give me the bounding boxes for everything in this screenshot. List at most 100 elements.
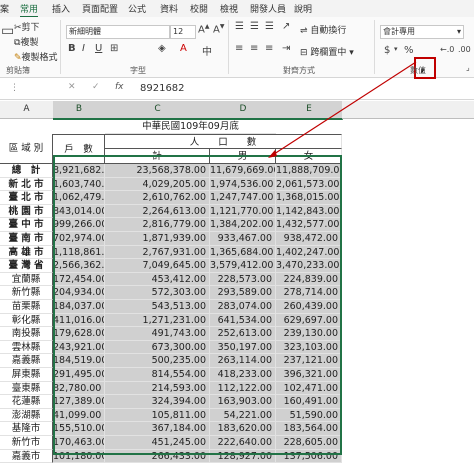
value-cell[interactable]: 1,603,740.00 [53,177,105,192]
value-cell[interactable]: 260,439.00 [276,300,342,314]
value-cell[interactable]: 1,432,577.00 [276,218,342,232]
value-cell[interactable]: 418,233.00 [210,368,276,382]
value-cell[interactable]: 239,130.00 [276,327,342,341]
value-cell[interactable]: 11,888,709.00 [276,164,342,178]
value-cell[interactable]: 367,184.00 [105,422,210,436]
value-cell[interactable]: 629,697.00 [276,313,342,328]
dialog-launcher-icon[interactable]: ⌟ [466,63,470,72]
merge-center-button[interactable]: ⊟ 跨欄置中 ▾ [300,45,354,58]
value-cell[interactable]: 641,534.00 [210,313,276,328]
region-cell[interactable]: 高 雄 市 [0,245,53,260]
value-cell[interactable]: 291,495.00 [53,368,105,382]
value-cell[interactable]: 1,247,747.00 [210,191,276,205]
value-cell[interactable]: 170,463.00 [53,436,105,450]
fill-color-icon[interactable]: ◈ [158,43,166,54]
tab-developer[interactable]: 開發人員 [250,2,286,15]
value-cell[interactable]: 938,472.00 [276,232,342,246]
tab-help[interactable]: 說明 [294,2,312,15]
value-cell[interactable]: 1,271,231.00 [105,313,210,328]
value-cell[interactable]: 543,513.00 [105,300,210,314]
value-cell[interactable]: 214,593.00 [105,381,210,396]
value-cell[interactable]: 112,122.00 [210,381,276,396]
value-cell[interactable]: 23,568,378.00 [105,164,210,178]
align-bottom-icon[interactable]: ☰ [265,21,274,32]
value-cell[interactable]: 222,640.00 [210,436,276,450]
paste-icon[interactable]: ▭ [1,23,14,39]
value-cell[interactable]: 128,927.00 [210,449,276,463]
value-cell[interactable]: 933,467.00 [210,232,276,246]
value-cell[interactable]: 2,061,573.00 [276,177,342,192]
value-cell[interactable]: 184,519.00 [53,354,105,368]
value-cell[interactable]: 323,103.00 [276,340,342,355]
currency-button[interactable]: $ [384,45,390,56]
font-name-select[interactable]: 新細明體 [66,25,170,39]
value-cell[interactable]: 11,679,669.00 [210,164,276,178]
decrease-decimal-icon[interactable]: .00 [458,45,471,54]
file-tab-edge[interactable]: 案 [0,2,9,15]
value-cell[interactable]: 1,365,684.00 [210,245,276,260]
value-cell[interactable]: 500,235.00 [105,354,210,368]
column-header-c[interactable]: C [105,101,211,120]
value-cell[interactable]: 163,903.00 [210,395,276,409]
value-cell[interactable]: 54,221.00 [210,408,276,423]
region-cell[interactable]: 彰化縣 [0,313,53,328]
format-painter-button[interactable]: ✎複製格式 [14,50,58,63]
value-cell[interactable]: 2,566,362.00 [53,259,105,273]
percent-button[interactable]: % [404,45,414,56]
value-cell[interactable]: 228,573.00 [210,272,276,287]
region-cell[interactable]: 嘉義縣 [0,354,53,368]
value-cell[interactable]: 3,579,412.00 [210,259,276,273]
value-cell[interactable]: 105,811.00 [105,408,210,423]
font-color-icon[interactable]: A [180,43,187,54]
value-cell[interactable]: 183,620.00 [210,422,276,436]
value-cell[interactable]: 183,564.00 [276,422,342,436]
shrink-font-icon[interactable]: A▼ [213,23,224,35]
value-cell[interactable]: 172,454.00 [53,272,105,287]
indent-icon[interactable]: ⇥ [282,43,290,54]
value-cell[interactable]: 702,974.00 [53,232,105,246]
value-cell[interactable]: 2,816,779.00 [105,218,210,232]
value-cell[interactable]: 572,303.00 [105,286,210,300]
header-male[interactable]: 男 [210,149,276,164]
tab-view[interactable]: 檢視 [220,2,238,15]
value-cell[interactable]: 266,433.00 [105,449,210,463]
region-cell[interactable]: 總 計 [0,164,53,178]
value-cell[interactable]: 278,714.00 [276,286,342,300]
tab-page-layout[interactable]: 頁面配置 [82,2,118,15]
header-population[interactable]: 人 口 數 [105,134,342,149]
tab-review[interactable]: 校閱 [190,2,208,15]
increase-decimal-icon[interactable]: ←.0 [440,45,454,54]
copy-button[interactable]: ⧉複製 [14,35,38,48]
borders-icon[interactable]: ⊞ [110,43,118,54]
header-region[interactable]: 區 域 別 [0,134,53,164]
value-cell[interactable]: 1,142,843.00 [276,204,342,219]
value-cell[interactable]: 41,099.00 [53,408,105,423]
value-cell[interactable]: 243,921.00 [53,340,105,355]
header-households[interactable]: 戶 數 [53,134,105,164]
tab-insert[interactable]: 插入 [52,2,70,15]
region-cell[interactable]: 澎湖縣 [0,408,53,423]
value-cell[interactable]: 453,412.00 [105,272,210,287]
value-cell[interactable]: 1,974,536.00 [210,177,276,192]
grow-font-icon[interactable]: A▲ [198,23,209,35]
value-cell[interactable]: 673,300.00 [105,340,210,355]
value-cell[interactable]: 451,245.00 [105,436,210,450]
region-cell[interactable]: 臺 南 市 [0,232,53,246]
value-cell[interactable]: 324,394.00 [105,395,210,409]
region-cell[interactable]: 花蓮縣 [0,395,53,409]
region-cell[interactable]: 臺 中 市 [0,218,53,232]
value-cell[interactable]: 160,491.00 [276,395,342,409]
bold-icon[interactable]: B [68,43,76,54]
value-cell[interactable]: 411,016.00 [53,313,105,328]
value-cell[interactable]: 228,605.00 [276,436,342,450]
region-cell[interactable]: 嘉義市 [0,449,53,463]
number-format-select[interactable]: 會計專用 ▾ [380,25,464,39]
region-cell[interactable]: 臺 北 市 [0,191,53,205]
value-cell[interactable]: 82,780.00 [53,381,105,396]
value-cell[interactable]: 237,121.00 [276,354,342,368]
tab-formulas[interactable]: 公式 [128,2,146,15]
column-header-b[interactable]: B [53,101,106,120]
column-header-d[interactable]: D [210,101,277,120]
region-cell[interactable]: 新 北 市 [0,177,53,192]
align-right-icon[interactable]: ≡ [265,43,273,54]
